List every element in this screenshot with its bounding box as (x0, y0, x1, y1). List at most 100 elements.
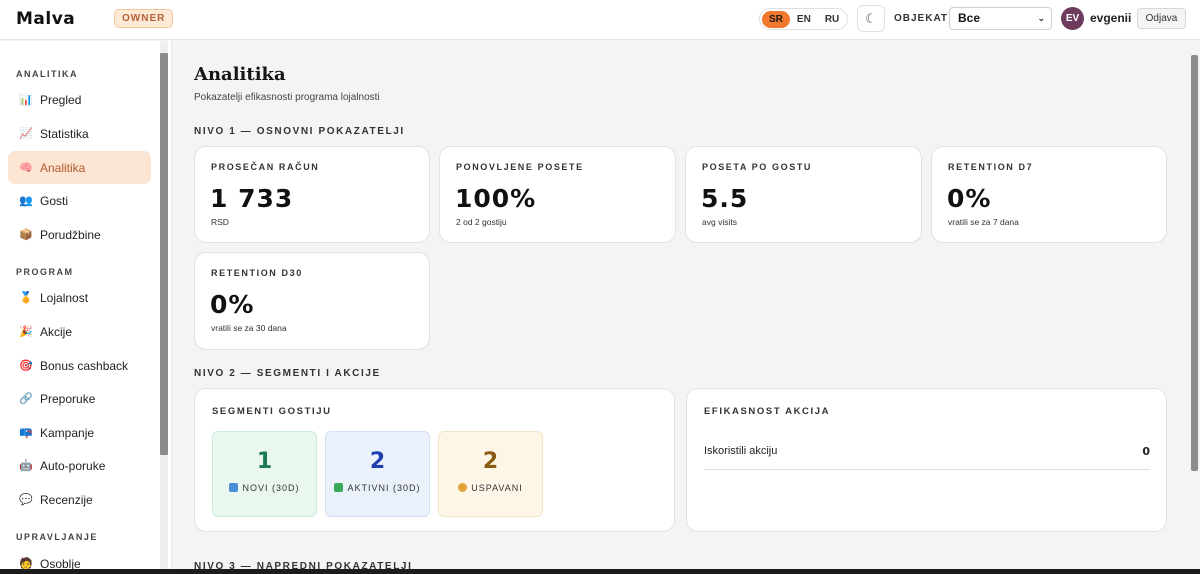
kpi-card-repeat-visits: PONOVLJENE POSETE 100% 2 od 2 gostiju (439, 146, 676, 243)
language-switcher: SR EN RU (759, 8, 848, 30)
sidebar-item-gosti[interactable]: 👥 Gosti (8, 184, 151, 217)
robot-icon: 🤖 (19, 460, 33, 472)
kpi-subtext: RSD (211, 217, 229, 227)
kpi-card-visits-per-guest: POSETA PO GOSTU 5.5 avg visits (685, 146, 922, 243)
segment-caption: AKTIVNI (30D) (347, 483, 421, 493)
sidebar-item-akcije[interactable]: 🎉 Akcije (8, 315, 151, 348)
segment-new[interactable]: 1 NOVI (30D) (212, 431, 317, 517)
objekat-selected-value: Все (958, 11, 981, 25)
role-badge: OWNER (114, 9, 174, 28)
segment-caption: USPAVANI (471, 483, 523, 493)
sidebar-item-label: Porudžbine (40, 227, 101, 242)
link-icon: 🔗 (19, 393, 33, 405)
medal-icon: 🏅 (19, 292, 33, 304)
target-icon: 🎯 (19, 360, 33, 372)
segments-card: SEGMENTI GOSTIJU 1 NOVI (30D) 2 AKTIVNI … (194, 388, 675, 532)
sleeping-face-icon (458, 483, 468, 492)
moon-icon: ☾ (865, 11, 877, 26)
lang-ru-button[interactable]: RU (818, 11, 846, 28)
avatar[interactable]: EV (1061, 7, 1084, 30)
efficiency-row-value: 0 (1142, 445, 1150, 458)
kpi-card-retention-d7: RETENTION D7 0% vratili se za 7 dana (931, 146, 1167, 243)
efficiency-card: EFIKASNOST AKCIJA Iskoristili akciju 0 (686, 388, 1167, 532)
logout-button[interactable]: Odjava (1137, 8, 1186, 29)
brain-icon: 🧠 (19, 162, 33, 174)
mailbox-icon: 📪 (19, 427, 33, 439)
sidebar-item-label: Pregled (40, 92, 82, 107)
people-icon: 👥 (19, 195, 33, 207)
kpi-subtext: vratili se za 30 dana (211, 323, 287, 333)
speech-bubble-icon: 💬 (19, 494, 33, 506)
sidebar-item-label: Akcije (40, 324, 73, 339)
segments-title: SEGMENTI GOSTIJU (212, 406, 332, 417)
sidebar-item-label: Gosti (40, 193, 69, 208)
sidebar-item-label: Bonus cashback (40, 358, 129, 373)
sidebar-item-porudzbine[interactable]: 📦 Porudžbine (8, 218, 151, 251)
segment-active[interactable]: 2 AKTIVNI (30D) (325, 431, 430, 517)
objekat-label: OBJEKAT (894, 13, 949, 24)
sidebar-section-upravljanje: UPRAVLJANJE (16, 532, 98, 542)
kpi-label: RETENTION D30 (211, 268, 303, 278)
bottom-edge (0, 569, 1200, 574)
kpi-label: POSETA PO GOSTU (702, 162, 813, 172)
sidebar-item-label: Recenzije (40, 492, 93, 507)
segment-value: 1 (256, 449, 273, 474)
sidebar-item-label: Lojalnost (40, 290, 89, 305)
lang-sr-button[interactable]: SR (762, 10, 790, 28)
sidebar-item-kampanje[interactable]: 📪 Kampanje (8, 416, 151, 449)
kpi-value: 0% (210, 290, 255, 319)
sidebar-item-pregled[interactable]: 📊 Pregled (8, 83, 151, 116)
sidebar-scrollbar[interactable] (160, 53, 168, 455)
efficiency-row-label: Iskoristili akciju (704, 445, 778, 457)
kpi-value: 1 733 (210, 184, 294, 213)
new-icon (229, 483, 239, 492)
kpi-value: 0% (947, 184, 992, 213)
sidebar-item-auto-poruke[interactable]: 🤖 Auto-poruke (8, 449, 151, 482)
efficiency-row: Iskoristili akciju 0 (704, 445, 1150, 470)
kpi-label: RETENTION D7 (948, 162, 1034, 172)
sidebar-item-label: Statistika (40, 126, 89, 141)
kpi-label: PROSEČAN RAČUN (211, 162, 320, 172)
kpi-card-retention-d30: RETENTION D30 0% vratili se za 30 dana (194, 252, 430, 350)
brand-logo[interactable]: Malva (16, 9, 75, 29)
sidebar-item-recenzije[interactable]: 💬 Recenzije (8, 483, 151, 516)
level1-title: NIVO 1 — OSNOVNI POKAZATELJI (194, 126, 405, 137)
objekat-select[interactable]: Все ⌄ (949, 7, 1052, 30)
party-icon: 🎉 (19, 326, 33, 338)
segment-value: 2 (369, 449, 386, 474)
sidebar-section-program: PROGRAM (16, 267, 74, 277)
kpi-subtext: avg visits (702, 217, 737, 227)
sidebar-item-bonus-cashback[interactable]: 🎯 Bonus cashback (8, 349, 151, 382)
package-icon: 📦 (19, 229, 33, 241)
kpi-subtext: vratili se za 7 dana (948, 217, 1019, 227)
sidebar-item-label: Preporuke (40, 391, 96, 406)
lang-en-button[interactable]: EN (790, 11, 818, 28)
page-title: Analitika (194, 64, 286, 85)
kpi-card-average-bill: PROSEČAN RAČUN 1 733 RSD (194, 146, 430, 243)
sidebar-item-label: Analitika (40, 160, 86, 175)
kpi-value: 5.5 (701, 184, 749, 213)
sidebar-item-statistika[interactable]: 📈 Statistika (8, 117, 151, 150)
username: evgenii (1090, 11, 1132, 25)
kpi-label: PONOVLJENE POSETE (456, 162, 584, 172)
kpi-subtext: 2 od 2 gostiju (456, 217, 507, 227)
sidebar-item-label: Kampanje (40, 425, 95, 440)
efficiency-title: EFIKASNOST AKCIJA (704, 406, 831, 417)
chevron-down-icon: ⌄ (1037, 13, 1045, 23)
sidebar-item-label: Auto-poruke (40, 458, 106, 473)
sidebar-item-lojalnost[interactable]: 🏅 Lojalnost (8, 281, 151, 314)
theme-toggle-button[interactable]: ☾ (857, 5, 885, 32)
level2-title: NIVO 2 — SEGMENTI I AKCIJE (194, 368, 381, 379)
segment-caption: NOVI (30D) (242, 483, 300, 493)
line-chart-icon: 📈 (19, 128, 33, 140)
page-subtitle: Pokazatelji efikasnosti programa lojalno… (194, 92, 380, 103)
segment-value: 2 (482, 449, 499, 474)
check-icon (334, 483, 344, 492)
sidebar-item-analitika[interactable]: 🧠 Analitika (8, 151, 151, 184)
top-bar: Malva OWNER SR EN RU ☾ OBJEKAT Все ⌄ EV … (0, 0, 1200, 40)
segment-sleeping[interactable]: 2 USPAVANI (438, 431, 543, 517)
page-scrollbar[interactable] (1191, 55, 1198, 471)
kpi-value: 100% (455, 184, 537, 213)
sidebar-item-preporuke[interactable]: 🔗 Preporuke (8, 382, 151, 415)
bar-chart-icon: 📊 (19, 94, 33, 106)
